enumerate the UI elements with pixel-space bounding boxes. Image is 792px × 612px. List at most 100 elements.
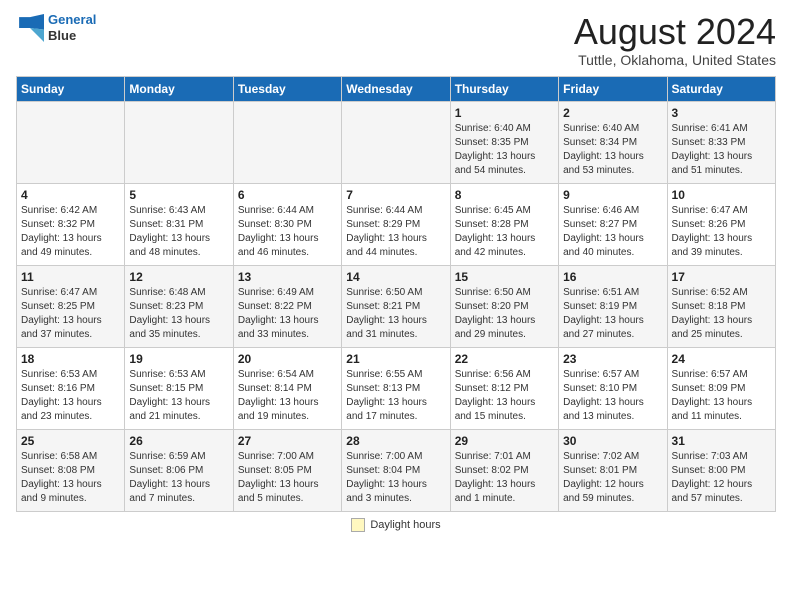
calendar-cell: 27 Sunrise: 7:00 AMSunset: 8:05 PMDayligh…: [233, 429, 341, 511]
day-number: 10: [672, 188, 771, 202]
day-info: Sunrise: 6:55 AMSunset: 8:13 PMDaylight:…: [346, 368, 445, 424]
calendar-cell: 8Sunrise: 6:45 AMSunset: 8:28 PMDaylight…: [450, 183, 558, 265]
calendar-week-3: 11 Sunrise: 6:47 AMSunset: 8:25 PMDayligh…: [17, 265, 776, 347]
calendar-week-1: 1Sunrise: 6:40 AMSunset: 8:35 PMDaylight…: [17, 101, 776, 183]
calendar-table: SundayMondayTuesdayWednesdayThursdayFrid…: [16, 76, 776, 512]
day-number: 15: [455, 270, 554, 284]
day-info: Sunrise: 6:57 AMSunset: 8:09 PMDaylight:…: [672, 368, 771, 424]
day-info: Sunrise: 6:53 AMSunset: 8:15 PMDaylight:…: [129, 368, 228, 424]
day-info: Sunrise: 6:53 AMSunset: 8:16 PMDaylight:…: [21, 368, 120, 424]
calendar-week-4: 18 Sunrise: 6:53 AMSunset: 8:16 PMDayligh…: [17, 347, 776, 429]
day-number: 20: [238, 352, 337, 366]
day-info: Sunrise: 6:58 AMSunset: 8:08 PMDaylight:…: [21, 450, 120, 506]
calendar-cell: 26Sunrise: 6:59 AMSunset: 8:06 PMDayligh…: [125, 429, 233, 511]
calendar-cell: 16 Sunrise: 6:51 AMSunset: 8:19 PMDayligh…: [559, 265, 667, 347]
day-number: 13: [238, 270, 337, 284]
calendar-cell: [342, 101, 450, 183]
daylight-legend-label: Daylight hours: [370, 519, 440, 531]
day-number: 11: [21, 270, 120, 284]
day-info: Sunrise: 7:02 AMSunset: 8:01 PMDaylight:…: [563, 450, 662, 506]
day-number: 7: [346, 188, 445, 202]
day-info: Sunrise: 6:44 AMSunset: 8:29 PMDaylight:…: [346, 204, 445, 260]
day-header-friday: Friday: [559, 76, 667, 101]
calendar-cell: 10 Sunrise: 6:47 AMSunset: 8:26 PMDayligh…: [667, 183, 775, 265]
day-number: 31: [672, 434, 771, 448]
location-title: Tuttle, Oklahoma, United States: [574, 52, 776, 68]
day-number: 5: [129, 188, 228, 202]
day-number: 18: [21, 352, 120, 366]
calendar-cell: 19 Sunrise: 6:53 AMSunset: 8:15 PMDayligh…: [125, 347, 233, 429]
day-number: 9: [563, 188, 662, 202]
calendar-cell: 3 Sunrise: 6:41 AMSunset: 8:33 PMDaylight…: [667, 101, 775, 183]
day-info: Sunrise: 6:45 AMSunset: 8:28 PMDaylight:…: [455, 204, 554, 260]
calendar-cell: [233, 101, 341, 183]
day-info: Sunrise: 6:54 AMSunset: 8:14 PMDaylight:…: [238, 368, 337, 424]
day-number: 28: [346, 434, 445, 448]
day-header-wednesday: Wednesday: [342, 76, 450, 101]
day-header-thursday: Thursday: [450, 76, 558, 101]
daylight-legend-box: [351, 518, 365, 532]
calendar-cell: 22 Sunrise: 6:56 AMSunset: 8:12 PMDayligh…: [450, 347, 558, 429]
calendar-cell: 17 Sunrise: 6:52 AMSunset: 8:18 PMDayligh…: [667, 265, 775, 347]
day-number: 6: [238, 188, 337, 202]
day-info: Sunrise: 6:44 AMSunset: 8:30 PMDaylight:…: [238, 204, 337, 260]
day-number: 27: [238, 434, 337, 448]
logo-text: General Blue: [48, 12, 96, 43]
day-info: Sunrise: 6:42 AMSunset: 8:32 PMDaylight:…: [21, 204, 120, 260]
day-info: Sunrise: 6:50 AMSunset: 8:20 PMDaylight:…: [455, 286, 554, 342]
daylight-legend: Daylight hours: [351, 518, 440, 532]
day-info: Sunrise: 6:41 AMSunset: 8:33 PMDaylight:…: [672, 122, 771, 178]
calendar-cell: 14Sunrise: 6:50 AMSunset: 8:21 PMDayligh…: [342, 265, 450, 347]
day-number: 29: [455, 434, 554, 448]
day-number: 30: [563, 434, 662, 448]
day-header-sunday: Sunday: [17, 76, 125, 101]
day-number: 26: [129, 434, 228, 448]
calendar-week-5: 25Sunrise: 6:58 AMSunset: 8:08 PMDayligh…: [17, 429, 776, 511]
calendar-cell: 11 Sunrise: 6:47 AMSunset: 8:25 PMDayligh…: [17, 265, 125, 347]
logo: General Blue: [16, 12, 96, 43]
day-number: 1: [455, 106, 554, 120]
calendar-cell: 23Sunrise: 6:57 AMSunset: 8:10 PMDayligh…: [559, 347, 667, 429]
day-info: Sunrise: 7:00 AMSunset: 8:04 PMDaylight:…: [346, 450, 445, 506]
calendar-cell: 12Sunrise: 6:48 AMSunset: 8:23 PMDayligh…: [125, 265, 233, 347]
calendar-cell: 29 Sunrise: 7:01 AMSunset: 8:02 PMDayligh…: [450, 429, 558, 511]
day-info: Sunrise: 6:52 AMSunset: 8:18 PMDaylight:…: [672, 286, 771, 342]
calendar-cell: 21Sunrise: 6:55 AMSunset: 8:13 PMDayligh…: [342, 347, 450, 429]
calendar-cell: 6 Sunrise: 6:44 AMSunset: 8:30 PMDaylight…: [233, 183, 341, 265]
calendar-cell: 20 Sunrise: 6:54 AMSunset: 8:14 PMDayligh…: [233, 347, 341, 429]
day-info: Sunrise: 6:43 AMSunset: 8:31 PMDaylight:…: [129, 204, 228, 260]
day-info: Sunrise: 7:01 AMSunset: 8:02 PMDaylight:…: [455, 450, 554, 506]
legend-row: Daylight hours: [16, 518, 776, 532]
day-header-tuesday: Tuesday: [233, 76, 341, 101]
calendar-cell: 5 Sunrise: 6:43 AMSunset: 8:31 PMDaylight…: [125, 183, 233, 265]
calendar-header-row: SundayMondayTuesdayWednesdayThursdayFrid…: [17, 76, 776, 101]
calendar-cell: 25Sunrise: 6:58 AMSunset: 8:08 PMDayligh…: [17, 429, 125, 511]
day-info: Sunrise: 7:00 AMSunset: 8:05 PMDaylight:…: [238, 450, 337, 506]
day-header-monday: Monday: [125, 76, 233, 101]
day-number: 3: [672, 106, 771, 120]
day-number: 22: [455, 352, 554, 366]
calendar-cell: 7 Sunrise: 6:44 AMSunset: 8:29 PMDaylight…: [342, 183, 450, 265]
day-number: 19: [129, 352, 228, 366]
calendar-cell: 18 Sunrise: 6:53 AMSunset: 8:16 PMDayligh…: [17, 347, 125, 429]
calendar-cell: 30 Sunrise: 7:02 AMSunset: 8:01 PMDayligh…: [559, 429, 667, 511]
calendar-cell: [17, 101, 125, 183]
day-number: 17: [672, 270, 771, 284]
calendar-cell: 15 Sunrise: 6:50 AMSunset: 8:20 PMDayligh…: [450, 265, 558, 347]
day-info: Sunrise: 6:51 AMSunset: 8:19 PMDaylight:…: [563, 286, 662, 342]
month-title: August 2024: [574, 12, 776, 52]
day-info: Sunrise: 6:50 AMSunset: 8:21 PMDaylight:…: [346, 286, 445, 342]
day-info: Sunrise: 6:57 AMSunset: 8:10 PMDaylight:…: [563, 368, 662, 424]
calendar-cell: [125, 101, 233, 183]
day-info: Sunrise: 6:47 AMSunset: 8:25 PMDaylight:…: [21, 286, 120, 342]
day-info: Sunrise: 6:40 AMSunset: 8:34 PMDaylight:…: [563, 122, 662, 178]
day-info: Sunrise: 6:56 AMSunset: 8:12 PMDaylight:…: [455, 368, 554, 424]
calendar-cell: 9Sunrise: 6:46 AMSunset: 8:27 PMDaylight…: [559, 183, 667, 265]
day-info: Sunrise: 6:47 AMSunset: 8:26 PMDaylight:…: [672, 204, 771, 260]
day-number: 16: [563, 270, 662, 284]
calendar-week-2: 4 Sunrise: 6:42 AMSunset: 8:32 PMDaylight…: [17, 183, 776, 265]
calendar-cell: 2 Sunrise: 6:40 AMSunset: 8:34 PMDaylight…: [559, 101, 667, 183]
calendar-cell: 31Sunrise: 7:03 AMSunset: 8:00 PMDayligh…: [667, 429, 775, 511]
day-number: 4: [21, 188, 120, 202]
day-number: 2: [563, 106, 662, 120]
